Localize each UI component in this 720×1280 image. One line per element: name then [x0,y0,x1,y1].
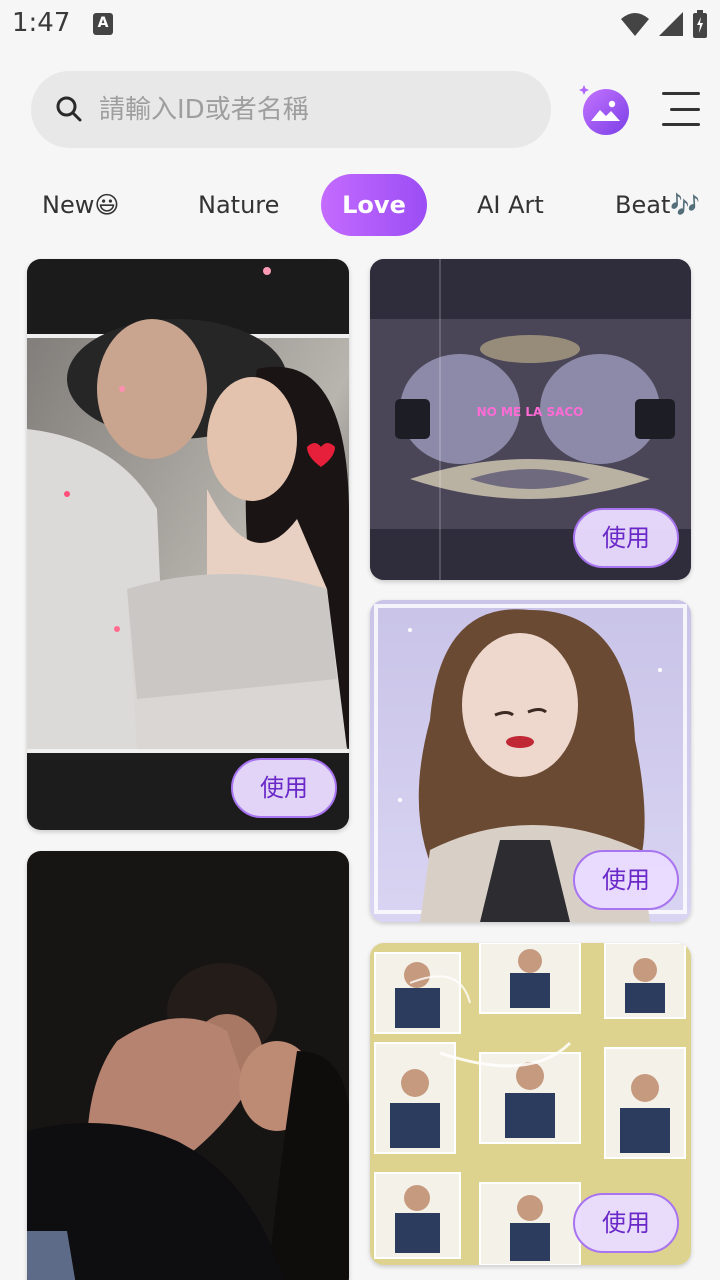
menu-line [662,123,700,126]
a-icon: A [93,13,113,35]
tab-ai-art[interactable]: AI Art [477,174,544,236]
couple-night-photo [27,851,349,1280]
photo-sparkle-icon[interactable] [578,84,630,136]
wifi-icon [621,13,649,36]
search-icon [56,96,82,122]
tab-new[interactable]: New😃 [42,174,119,236]
template-card[interactable]: 使用 [370,600,691,922]
menu-icon[interactable] [662,92,700,126]
tab-nature[interactable]: Nature [198,174,279,236]
status-time: 1:47 [12,8,71,38]
template-card[interactable]: 使用 [370,943,691,1265]
use-button[interactable]: 使用 [231,758,337,818]
battery-icon [693,10,707,38]
cell-signal-icon [659,12,683,36]
use-button[interactable]: 使用 [573,508,679,568]
neon-text: NO ME LA SACO [477,405,584,419]
category-tabs: New😃 Nature Love AI Art Beat🎶 [0,174,720,238]
tab-love[interactable]: Love [321,174,427,236]
status-bar: 1:47 A [0,0,720,50]
search-input[interactable] [99,71,529,148]
menu-line [670,107,700,111]
tab-beat[interactable]: Beat🎶 [615,174,700,236]
couple-photo [27,259,349,830]
template-card[interactable]: NO ME LA SACO 使用 [370,259,691,580]
search-bar[interactable] [31,71,551,148]
use-button[interactable]: 使用 [573,850,679,910]
menu-line [662,92,700,95]
use-button[interactable]: 使用 [573,1193,679,1253]
template-card[interactable]: 使用 [27,259,349,830]
template-card[interactable] [27,851,349,1280]
status-indicators [620,10,708,38]
